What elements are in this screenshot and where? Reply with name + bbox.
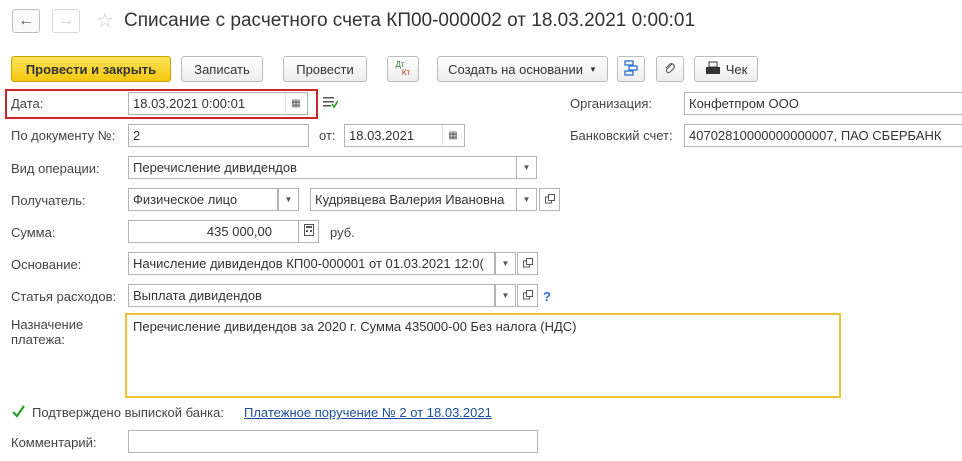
bank-account-field[interactable]: 40702810000000000007, ПАО СБЕРБАНК <box>684 124 962 147</box>
chevron-down-icon: ▼ <box>501 259 510 268</box>
confirmed-label: Подтверждено выпиской банка: <box>32 405 224 420</box>
hierarchy-icon <box>623 59 639 79</box>
date-field[interactable]: 18.03.2021 0:00:01 ▦ <box>128 92 308 115</box>
purpose-label-line1: Назначение <box>11 317 84 332</box>
confirmed-checkbox[interactable] <box>11 404 26 422</box>
save-button[interactable]: Записать <box>181 56 263 82</box>
operation-type-label: Вид операции: <box>11 161 100 176</box>
chevron-down-icon: ▼ <box>588 64 597 74</box>
create-based-on-button[interactable]: Создать на основании ▼ <box>437 56 608 82</box>
document-lines-icon[interactable] <box>322 95 339 112</box>
structure-button[interactable] <box>617 56 645 82</box>
recipient-open-button[interactable] <box>539 188 560 211</box>
open-window-icon <box>522 288 533 303</box>
help-icon[interactable]: ? <box>543 289 551 304</box>
arrow-left-icon: ← <box>18 12 34 29</box>
date-label: Дата: <box>11 96 44 111</box>
purpose-label-line2: платежа: <box>11 332 65 347</box>
operation-type-dropdown[interactable]: ▼ <box>516 156 537 179</box>
recipient-label: Получатель: <box>11 193 86 208</box>
comment-field[interactable] <box>128 430 538 453</box>
receipt-label: Чек <box>725 61 748 77</box>
forward-button[interactable]: → <box>52 9 80 33</box>
open-window-icon <box>544 192 555 207</box>
cash-register-icon <box>705 61 721 78</box>
currency-label: руб. <box>330 225 355 240</box>
from-date-label: от: <box>319 128 336 143</box>
from-date-field[interactable]: 18.03.2021 ▦ <box>344 124 465 147</box>
doc-no-label: По документу №: <box>11 128 116 143</box>
calendar-icon[interactable]: ▦ <box>442 126 463 145</box>
calculator-icon <box>303 224 314 239</box>
organization-field[interactable]: Конфетпром ООО <box>684 92 962 115</box>
page-title: Списание с расчетного счета КП00-000002 … <box>124 10 696 31</box>
receipt-button[interactable]: Чек <box>694 56 758 82</box>
expense-item-field[interactable]: Выплата дивидендов <box>128 284 495 307</box>
back-button[interactable]: ← <box>12 9 40 33</box>
attach-button[interactable] <box>656 56 684 82</box>
kt-icon-label: Кт <box>401 68 411 77</box>
chevron-down-icon: ▼ <box>501 291 510 300</box>
chevron-down-icon: ▼ <box>522 195 531 204</box>
expense-item-dropdown[interactable]: ▼ <box>495 284 516 307</box>
open-window-icon <box>522 256 533 271</box>
basis-label: Основание: <box>11 257 82 272</box>
basis-field[interactable]: Начисление дивидендов КП00-000001 от 01.… <box>128 252 495 275</box>
create-based-on-label: Создать на основании <box>448 61 583 77</box>
amount-label: Сумма: <box>11 225 56 240</box>
expense-item-open-button[interactable] <box>517 284 538 307</box>
expense-item-label: Статья расходов: <box>11 289 117 304</box>
post-and-close-button[interactable]: Провести и закрыть <box>11 56 171 82</box>
operation-type-field[interactable]: Перечисление дивидендов <box>128 156 517 179</box>
chevron-down-icon: ▼ <box>522 163 531 172</box>
post-button[interactable]: Провести <box>283 56 367 82</box>
paperclip-icon <box>663 61 677 78</box>
amount-field[interactable]: 435 000,00 <box>128 220 299 243</box>
amount-value: 435 000,00 <box>206 224 272 239</box>
calendar-icon[interactable]: ▦ <box>285 94 306 113</box>
recipient-type-dropdown[interactable]: ▼ <box>278 188 299 211</box>
payment-order-link[interactable]: Платежное поручение № 2 от 18.03.2021 <box>244 405 492 420</box>
recipient-name-field[interactable]: Кудрявцева Валерия Ивановна <box>310 188 517 211</box>
recipient-name-dropdown[interactable]: ▼ <box>516 188 537 211</box>
calculator-button[interactable] <box>298 220 319 243</box>
basis-open-button[interactable] <box>517 252 538 275</box>
purpose-textarea[interactable]: Перечисление дивидендов за 2020 г. Сумма… <box>125 313 841 398</box>
basis-dropdown[interactable]: ▼ <box>495 252 516 275</box>
arrow-right-icon: → <box>58 12 74 29</box>
bank-account-label: Банковский счет: <box>570 128 673 143</box>
doc-no-field[interactable]: 2 <box>128 124 309 147</box>
comment-label: Комментарий: <box>11 435 97 450</box>
dt-kt-button[interactable]: Дт Кт <box>387 56 419 82</box>
from-date-value: 18.03.2021 <box>349 128 415 143</box>
chevron-down-icon: ▼ <box>284 195 293 204</box>
organization-label: Организация: <box>570 96 653 111</box>
date-value: 18.03.2021 0:00:01 <box>133 96 246 111</box>
recipient-type-field[interactable]: Физическое лицо <box>128 188 278 211</box>
star-icon[interactable]: ☆ <box>96 9 114 33</box>
